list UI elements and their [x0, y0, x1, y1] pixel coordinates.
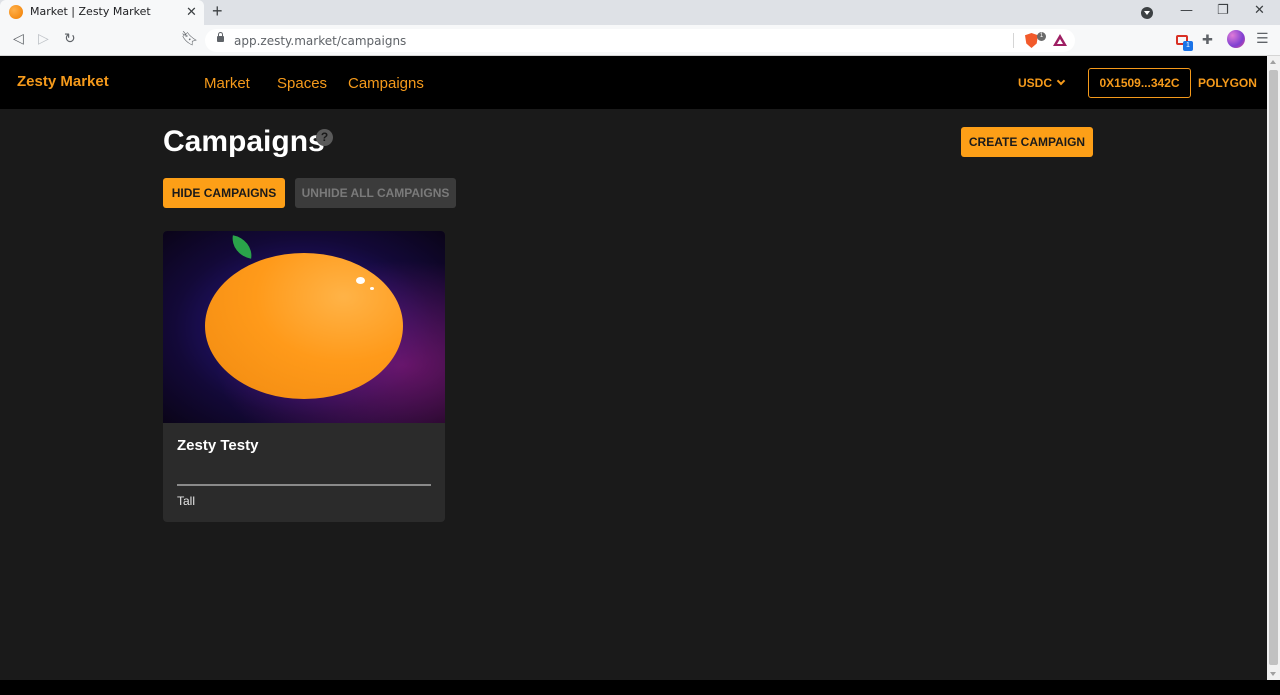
browser-tab-strip: Market | Zesty Market ✕ + — ❐ ✕: [0, 0, 1280, 25]
scroll-down-arrow-icon[interactable]: [1270, 672, 1276, 676]
highlight: [370, 287, 374, 290]
back-icon[interactable]: ◁: [13, 31, 24, 47]
campaign-card[interactable]: Zesty Testy Tall: [163, 231, 445, 522]
app-header: Zesty Market Market Spaces Campaigns USD…: [0, 56, 1267, 109]
divider: [177, 484, 431, 486]
shields-count-badge: 1: [1037, 32, 1046, 41]
orange-favicon-icon: [9, 5, 23, 19]
nav-link-market[interactable]: Market: [204, 75, 250, 92]
divider: [1013, 33, 1014, 48]
nav-link-spaces[interactable]: Spaces: [277, 75, 327, 92]
restore-icon[interactable]: ❐: [1217, 3, 1229, 18]
close-window-icon[interactable]: ✕: [1254, 3, 1265, 18]
page-scrollbar[interactable]: [1267, 56, 1280, 680]
profile-avatar[interactable]: [1227, 30, 1245, 48]
menu-icon[interactable]: ☰: [1256, 31, 1269, 47]
campaign-format: Tall: [177, 494, 196, 508]
currency-label: USDC: [1018, 76, 1053, 90]
create-campaign-button[interactable]: CREATE CAMPAIGN: [961, 127, 1093, 157]
wallet-address-button[interactable]: 0X1509...342C: [1088, 68, 1191, 98]
highlight: [356, 277, 365, 284]
chevron-down-icon: [1056, 76, 1066, 86]
reload-icon[interactable]: ↻: [64, 31, 76, 47]
orange-illustration: [205, 253, 403, 399]
extensions-puzzle-icon[interactable]: ✚: [1202, 32, 1213, 48]
unhide-all-campaigns-button[interactable]: UNHIDE ALL CAMPAIGNS: [295, 178, 456, 208]
gift-count-badge: 1: [1183, 41, 1193, 51]
tab-title: Market | Zesty Market: [30, 5, 151, 18]
url-text[interactable]: app.zesty.market/campaigns: [234, 34, 406, 48]
bookmark-icon[interactable]: 🔖︎: [181, 31, 199, 47]
address-bar[interactable]: app.zesty.market/campaigns 1: [205, 29, 1075, 52]
browser-toolbar: ◁ ▷ ↻ 🔖︎ app.zesty.market/campaigns 1 1 …: [0, 25, 1280, 56]
brave-rewards-icon[interactable]: [1053, 34, 1067, 46]
leaf-illustration: [229, 235, 255, 259]
footer-bar: [0, 680, 1280, 695]
campaign-image: [163, 231, 445, 423]
tab-search-icon[interactable]: [1141, 7, 1153, 19]
nav-link-campaigns[interactable]: Campaigns: [348, 75, 424, 92]
network-label[interactable]: POLYGON: [1198, 76, 1257, 90]
minimize-icon[interactable]: —: [1180, 3, 1193, 18]
brand-logo[interactable]: Zesty Market: [17, 73, 109, 90]
close-tab-icon[interactable]: ✕: [186, 4, 197, 20]
lock-icon: [217, 32, 224, 42]
currency-selector[interactable]: USDC: [1018, 76, 1066, 90]
hide-campaigns-button[interactable]: HIDE CAMPAIGNS: [163, 178, 285, 208]
campaign-title: Zesty Testy: [177, 437, 259, 454]
scroll-up-arrow-icon[interactable]: [1270, 60, 1276, 64]
help-icon[interactable]: ?: [316, 129, 333, 146]
scroll-thumb[interactable]: [1269, 70, 1278, 665]
page-title: Campaigns: [163, 125, 325, 158]
browser-tab[interactable]: Market | Zesty Market ✕: [0, 0, 204, 25]
forward-icon[interactable]: ▷: [38, 31, 49, 47]
new-tab-icon[interactable]: +: [212, 1, 223, 22]
